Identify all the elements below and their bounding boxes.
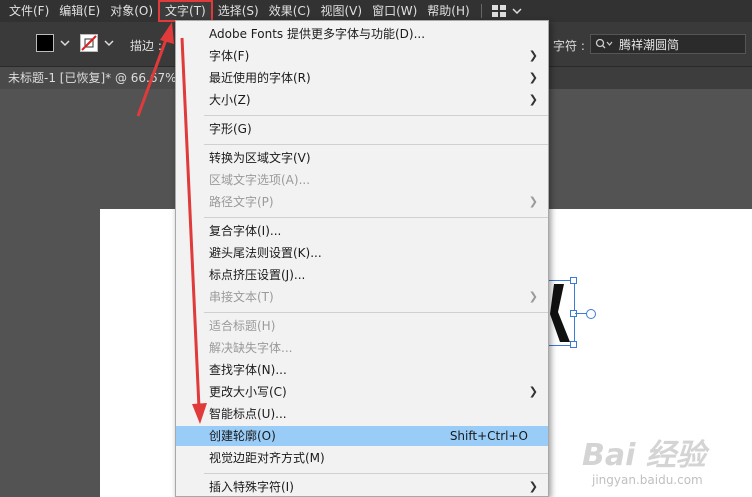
annotation-arrow-up: [136, 22, 174, 117]
annotation-arrows: [136, 22, 207, 424]
annotation-arrow-down: [180, 37, 207, 424]
